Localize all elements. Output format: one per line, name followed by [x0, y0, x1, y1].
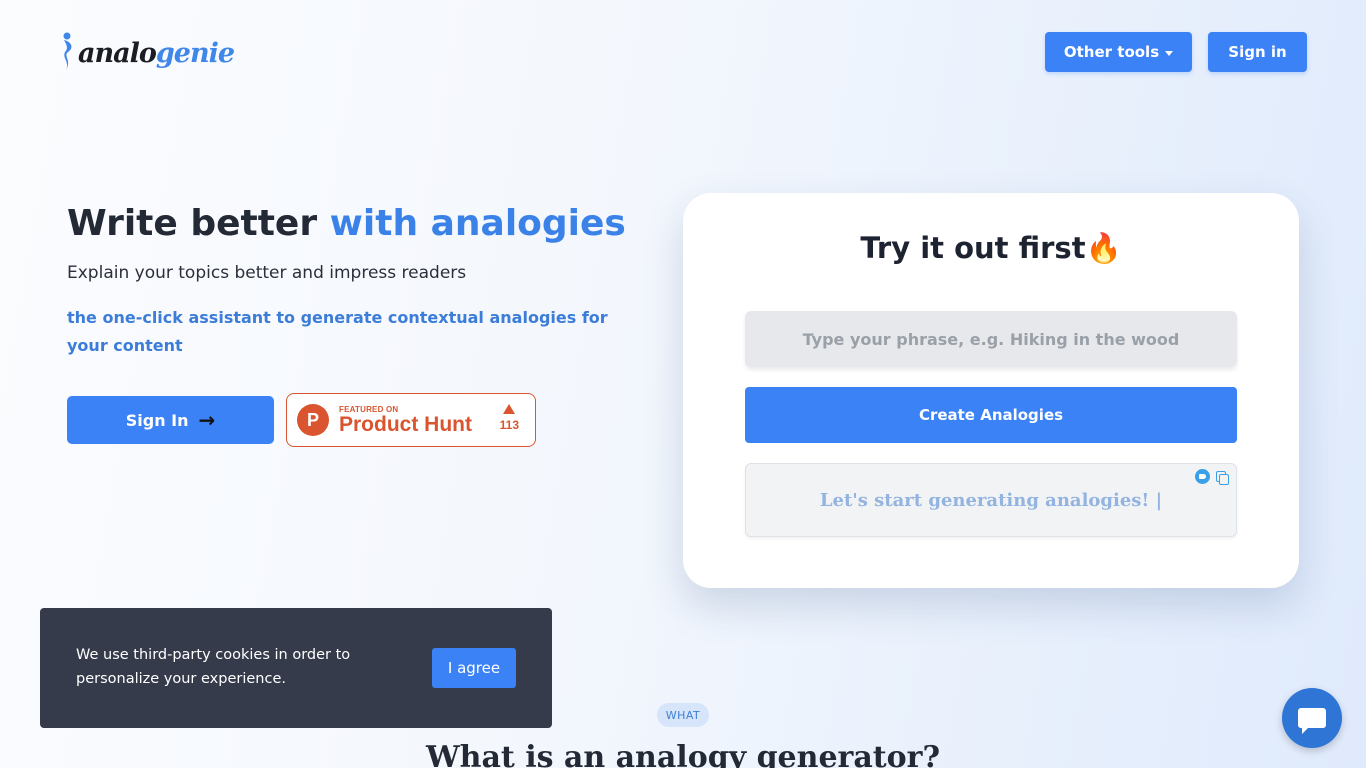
other-tools-button[interactable]: Other tools [1045, 32, 1192, 72]
hero-tagline: the one-click assistant to generate cont… [67, 308, 608, 355]
caret-down-icon [1165, 50, 1174, 56]
card-title: Try it out first🔥 [860, 231, 1122, 265]
chat-icon [1298, 708, 1326, 734]
nav-sign-in-button[interactable]: Sign in [1208, 32, 1307, 72]
product-hunt-votes: 113 [500, 404, 519, 432]
hero-sign-in-label: Sign In [125, 410, 189, 430]
product-hunt-vote-count: 113 [499, 418, 519, 432]
copy-icon[interactable] [1216, 471, 1229, 485]
twitter-icon[interactable] [1195, 469, 1210, 484]
hero-sign-in-button[interactable]: Sign In → [67, 396, 274, 444]
cookie-agree-label: I agree [447, 659, 501, 677]
product-hunt-logo-icon: P [297, 404, 329, 436]
hero-title: Write better with analogies [67, 203, 626, 244]
create-analogies-button[interactable]: Create Analogies [745, 387, 1237, 443]
product-hunt-badge[interactable]: P FEATURED ON Product Hunt 113 [286, 393, 536, 447]
other-tools-label: Other tools [1063, 43, 1160, 61]
chat-launcher-button[interactable] [1282, 688, 1342, 748]
cookie-agree-button[interactable]: I agree [432, 648, 516, 688]
hero-subtitle: Explain your topics better and impress r… [67, 263, 467, 283]
analogy-output-text: Let's start generating analogies! | [819, 489, 1163, 511]
logo[interactable]: analogenie [60, 30, 235, 72]
create-analogies-label: Create Analogies [918, 406, 1064, 424]
hero-title-highlight: with analogies [329, 203, 626, 244]
hero-title-part1: Write better [67, 203, 330, 244]
cookie-text: We use third-party cookies in order to p… [76, 647, 351, 687]
section-title: What is an analogy generator? [425, 740, 941, 768]
cookie-banner: We use third-party cookies in order to p… [40, 608, 552, 728]
upvote-icon [503, 404, 516, 414]
genie-logo-icon [63, 32, 72, 70]
phrase-input[interactable] [745, 311, 1237, 367]
arrow-right-icon: → [198, 408, 216, 432]
logo-text-analo: analo [78, 38, 157, 69]
nav-sign-in-label: Sign in [1228, 43, 1287, 61]
try-it-card: Try it out first🔥 Create Analogies Let's… [683, 193, 1299, 588]
section-badge: WHAT [657, 703, 709, 727]
product-hunt-name: Product Hunt [339, 412, 472, 436]
logo-text-genie: genie [155, 38, 235, 69]
analogy-output: Let's start generating analogies! | [745, 463, 1237, 537]
